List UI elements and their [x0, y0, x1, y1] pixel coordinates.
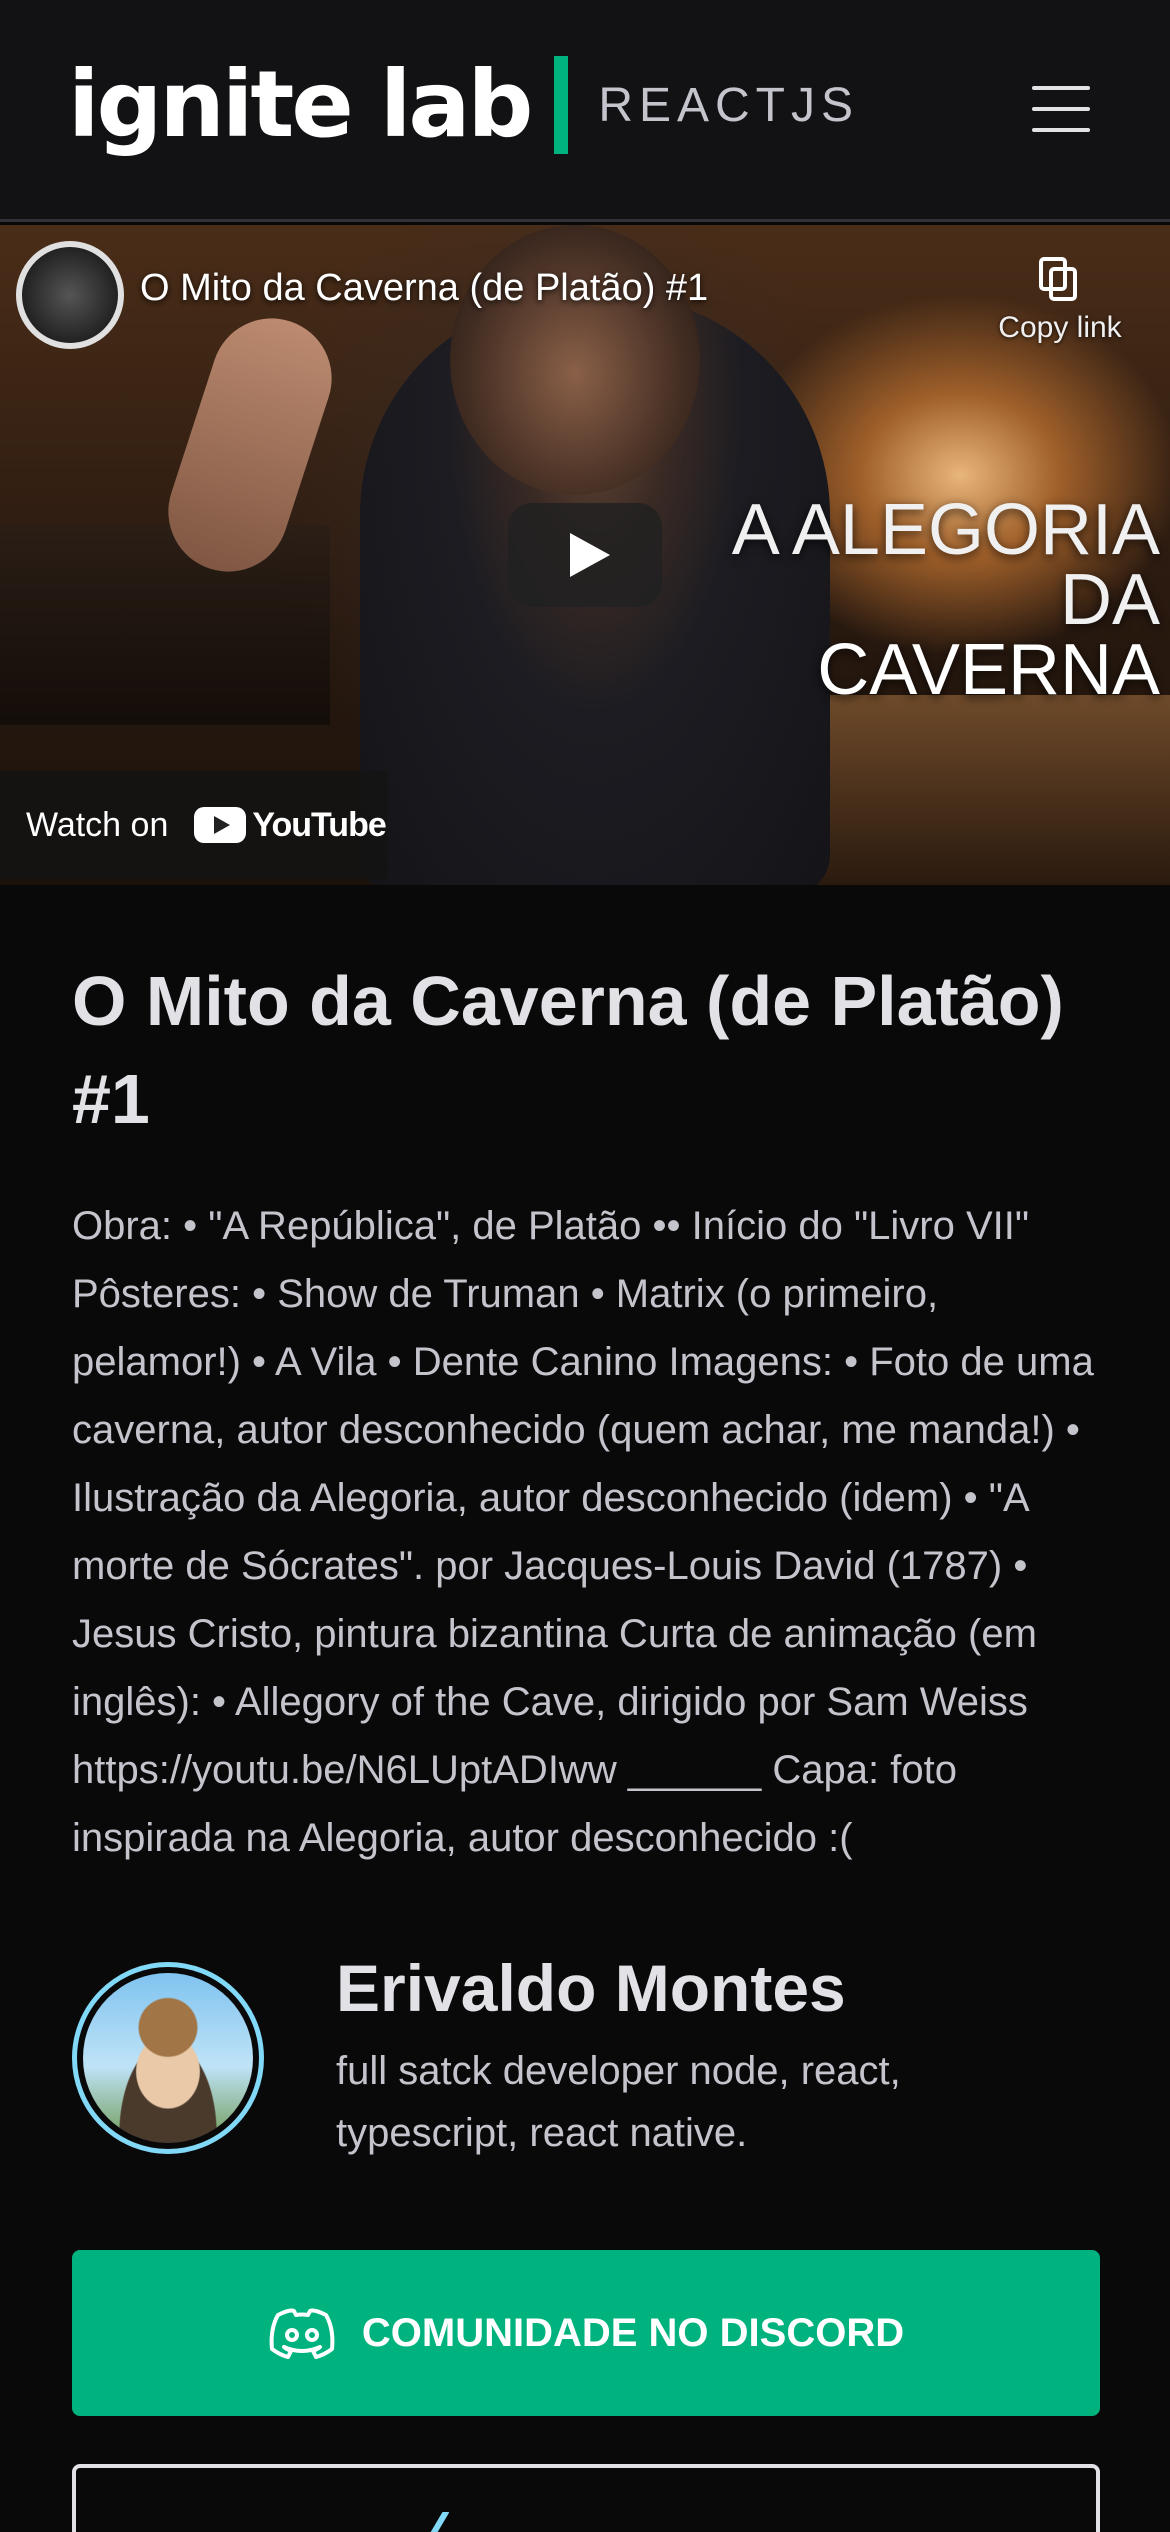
- video-title[interactable]: O Mito da Caverna (de Platão) #1: [140, 267, 708, 310]
- logo-main-text: ignite lab: [68, 51, 533, 158]
- play-button[interactable]: [508, 503, 662, 607]
- menu-line: [1032, 128, 1090, 132]
- logo-sub-text: REACTJS: [598, 78, 860, 132]
- overlay-line-2: CAVERNA: [817, 630, 1160, 710]
- secondary-action-button[interactable]: [72, 2464, 1100, 2532]
- copy-icon: [1039, 257, 1077, 301]
- menu-line: [1032, 86, 1090, 90]
- logo-divider: [554, 56, 569, 154]
- copy-link-button[interactable]: Copy link: [990, 255, 1130, 345]
- youtube-logo: YouTube: [194, 805, 387, 845]
- channel-avatar[interactable]: [16, 241, 124, 349]
- youtube-logo-text: YouTube: [252, 805, 386, 844]
- discord-button-label: COMUNIDADE NO DISCORD: [361, 2310, 905, 2355]
- video-player[interactable]: O Mito da Caverna (de Platão) #1 Copy li…: [0, 225, 1170, 885]
- teacher-avatar: [72, 1962, 264, 2154]
- ignite-lab-logo[interactable]: ignite lab REACTJS: [68, 50, 859, 160]
- youtube-icon: [194, 807, 247, 843]
- overlay-line-1: A ALEGORIA DA: [731, 490, 1160, 640]
- lesson-title: O Mito da Caverna (de Platão) #1: [72, 962, 1064, 1138]
- discord-icon: [269, 2308, 335, 2359]
- teacher-avatar-image: [83, 1973, 253, 2143]
- video-overlay-text: A ALEGORIA DA CAVERNA: [650, 490, 1160, 710]
- watch-on-youtube-button[interactable]: Watch on YouTube: [0, 771, 388, 879]
- discord-community-button[interactable]: COMUNIDADE NO DISCORD: [72, 2250, 1100, 2416]
- lesson-description: Obra: • "A República", de Platão •• Iníc…: [72, 1204, 1094, 1860]
- lightning-icon: [430, 2512, 449, 2532]
- video-background-shelf: [0, 525, 330, 725]
- teacher-bio: full satck developer node, react, typesc…: [336, 2049, 901, 2155]
- copy-link-label: Copy link: [998, 311, 1122, 344]
- hamburger-menu-icon[interactable]: [1032, 86, 1090, 132]
- menu-line: [1032, 107, 1090, 111]
- watch-on-label: Watch on: [26, 805, 169, 844]
- video-presenter-head: [450, 225, 700, 495]
- teacher-name: Erivaldo Montes: [336, 1951, 846, 2025]
- app-header: ignite lab REACTJS: [0, 0, 1170, 222]
